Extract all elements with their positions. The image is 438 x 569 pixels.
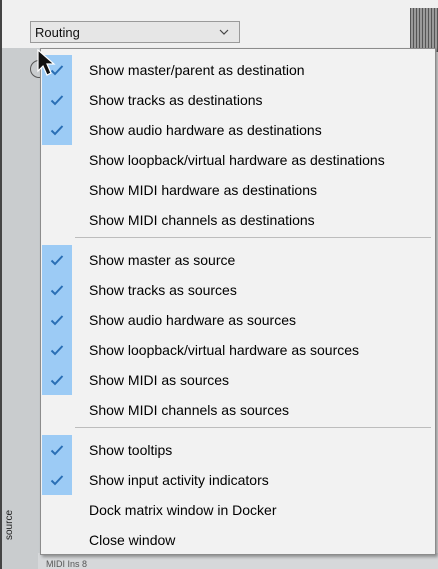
chevron-down-icon	[217, 25, 231, 39]
checkmark-icon	[42, 365, 72, 395]
menu-item-label: Show MIDI hardware as destinations	[89, 182, 317, 198]
menu-item-label: Close window	[89, 532, 176, 548]
checkmark-icon	[42, 245, 72, 275]
menu-item-show-input-activity[interactable]: Show input activity indicators	[41, 465, 435, 495]
menu-item-label: Show audio hardware as sources	[89, 312, 297, 328]
checkmark-icon	[42, 85, 72, 115]
menu-item-show-tracks-sources[interactable]: Show tracks as sources	[41, 275, 435, 305]
matrix-row-label: MIDI Ins 8	[46, 559, 88, 569]
menu-item-label: Show MIDI as sources	[89, 372, 230, 388]
view-dropdown[interactable]: Routing	[30, 21, 240, 43]
menu-separator	[75, 427, 431, 428]
menu-item-show-master-source[interactable]: Show master as source	[41, 245, 435, 275]
checkmark-icon	[42, 465, 72, 495]
menu-item-label: Show tooltips	[89, 442, 173, 458]
menu-item-show-audio-hw-destinations[interactable]: Show audio hardware as destinations	[41, 115, 435, 145]
checkmark-slot	[42, 145, 72, 175]
menu-item-label: Show tracks as sources	[89, 282, 237, 298]
checkmark-slot	[42, 495, 72, 525]
checkmark-icon	[42, 275, 72, 305]
menu-item-label: Show loopback/virtual hardware as destin…	[89, 152, 385, 168]
menu-item-label: Show audio hardware as destinations	[89, 122, 322, 138]
checkmark-icon	[42, 115, 72, 145]
menu-item-close-window[interactable]: Close window	[41, 525, 435, 555]
checkmark-slot	[42, 395, 72, 425]
routing-context-menu: Show master/parent as destination Show tr…	[40, 48, 436, 555]
menu-item-dock-in-docker[interactable]: Dock matrix window in Docker	[41, 495, 435, 525]
checkmark-icon	[42, 305, 72, 335]
menu-item-show-loopback-sources[interactable]: Show loopback/virtual hardware as source…	[41, 335, 435, 365]
menu-item-show-loopback-destinations[interactable]: Show loopback/virtual hardware as destin…	[41, 145, 435, 175]
menu-item-label: Show input activity indicators	[89, 472, 269, 488]
matrix-column-grid	[410, 8, 438, 52]
checkmark-slot	[42, 175, 72, 205]
checkmark-slot	[42, 525, 72, 555]
menu-item-show-midi-hw-destinations[interactable]: Show MIDI hardware as destinations	[41, 175, 435, 205]
checkmark-slot	[42, 205, 72, 235]
menu-item-label: Show MIDI channels as destinations	[89, 212, 315, 228]
menu-item-show-midi-channels-destinations[interactable]: Show MIDI channels as destinations	[41, 205, 435, 235]
source-axis-label: source	[4, 509, 15, 540]
menu-item-show-audio-hw-sources[interactable]: Show audio hardware as sources	[41, 305, 435, 335]
menu-item-label: Show loopback/virtual hardware as source…	[89, 342, 360, 358]
checkmark-icon	[42, 435, 72, 465]
menu-item-show-tooltips[interactable]: Show tooltips	[41, 435, 435, 465]
mouse-cursor-icon	[37, 49, 56, 76]
matrix-left-rail	[0, 48, 40, 569]
menu-item-label: Dock matrix window in Docker	[89, 502, 277, 518]
matrix-row-header: MIDI Ins 8	[38, 553, 438, 569]
menu-item-show-master-parent-destination[interactable]: Show master/parent as destination	[41, 55, 435, 85]
menu-item-show-tracks-destinations[interactable]: Show tracks as destinations	[41, 85, 435, 115]
menu-separator	[75, 237, 431, 238]
menu-item-label: Show MIDI channels as sources	[89, 402, 289, 418]
menu-item-show-midi-sources[interactable]: Show MIDI as sources	[41, 365, 435, 395]
view-dropdown-value: Routing	[35, 24, 80, 40]
menu-item-label: Show tracks as destinations	[89, 92, 263, 108]
menu-item-label: Show master as source	[89, 252, 236, 268]
menu-item-label: Show master/parent as destination	[89, 62, 305, 78]
menu-item-show-midi-channels-sources[interactable]: Show MIDI channels as sources	[41, 395, 435, 425]
checkmark-icon	[42, 335, 72, 365]
